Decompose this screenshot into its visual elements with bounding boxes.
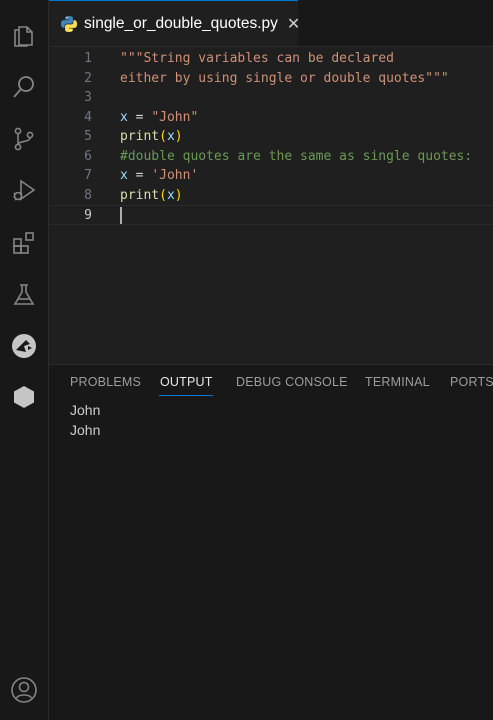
active-tab-indicator [159,395,213,396]
code-token: ( [159,129,167,144]
remote-explorer-icon[interactable] [8,330,40,362]
hexagon-icon[interactable] [8,381,40,413]
code-line[interactable]: 4 x = "John" [49,108,493,128]
bottom-panel: PROBLEMS OUTPUT DEBUG CONSOLE TERMINAL P… [49,364,493,720]
extensions-icon[interactable] [8,227,40,259]
vscode-window: single_or_double_quotes.py ✕ 1 """String … [0,0,493,720]
line-code: print(x) [120,186,183,206]
code-line[interactable]: 1 """String variables can be declared [49,49,493,69]
line-code: print(x) [120,127,183,147]
code-line[interactable]: 5 print(x) [49,127,493,147]
code-token: ) [174,129,183,144]
code-token: 'John' [151,168,199,183]
code-token: ) [174,187,183,203]
code-token: print [120,129,160,144]
line-number: 5 [84,129,92,144]
line-number: 8 [84,187,92,203]
code-token: either by using single or double quotes"… [120,70,449,86]
tab-ports[interactable]: PORTS [450,375,493,389]
explorer-icon[interactable] [8,19,40,51]
code-token: x [120,109,128,125]
code-line[interactable]: 2 either by using single or double quotes… [49,69,493,89]
output-line: John [70,422,101,438]
run-debug-icon[interactable] [8,174,40,206]
code-line[interactable]: 3 [49,88,493,108]
line-code: x = "John" [120,108,198,128]
line-number: 7 [84,168,92,183]
code-token: #double quotes are the same as single qu… [120,148,473,164]
code-token: = [127,168,152,183]
code-token: = [127,109,152,125]
editor-tab-bar: single_or_double_quotes.py ✕ [49,0,493,47]
code-line[interactable]: 9 [49,205,493,225]
code-token: ( [159,187,167,203]
tab-output[interactable]: OUTPUT [160,375,213,389]
search-icon[interactable] [8,71,40,103]
line-code: either by using single or double quotes"… [120,69,449,89]
code-line[interactable]: 8 print(x) [49,186,493,206]
code-editor[interactable]: 1 """String variables can be declared 2 eit… [49,47,493,364]
tab-title: single_or_double_quotes.py [84,14,278,32]
line-code: #double quotes are the same as single qu… [120,147,472,167]
source-control-icon[interactable] [8,123,40,155]
line-code: x = 'John' [120,166,198,186]
code-token: x [166,129,175,144]
line-code [120,206,122,226]
tab-terminal[interactable]: TERMINAL [365,375,430,389]
output-line: John [70,402,101,418]
activity-bar [0,0,49,720]
python-icon [60,15,78,33]
line-number: 9 [84,208,92,223]
text-cursor [120,207,122,224]
tab-problems[interactable]: PROBLEMS [70,375,141,389]
tab-debug-console[interactable]: DEBUG CONSOLE [236,375,348,389]
code-token: x [166,187,175,203]
code-line[interactable]: 6 #double quotes are the same as single q… [49,147,493,167]
code-token: x [120,168,128,183]
testing-icon[interactable] [8,279,40,311]
line-code: """String variables can be declared [120,49,394,69]
line-number: 3 [84,90,92,105]
tab-single-or-double-quotes[interactable]: single_or_double_quotes.py ✕ [49,0,300,46]
account-icon[interactable] [8,674,40,706]
code-token: print [120,187,160,203]
close-icon[interactable]: ✕ [287,15,300,32]
code-token: "John" [151,109,199,125]
line-number: 2 [84,70,92,86]
line-number: 1 [84,51,92,66]
code-line[interactable]: 7 x = 'John' [49,166,493,186]
line-number: 6 [84,148,92,164]
code-token: """String variables can be declared [120,51,394,66]
line-number: 4 [84,109,92,125]
